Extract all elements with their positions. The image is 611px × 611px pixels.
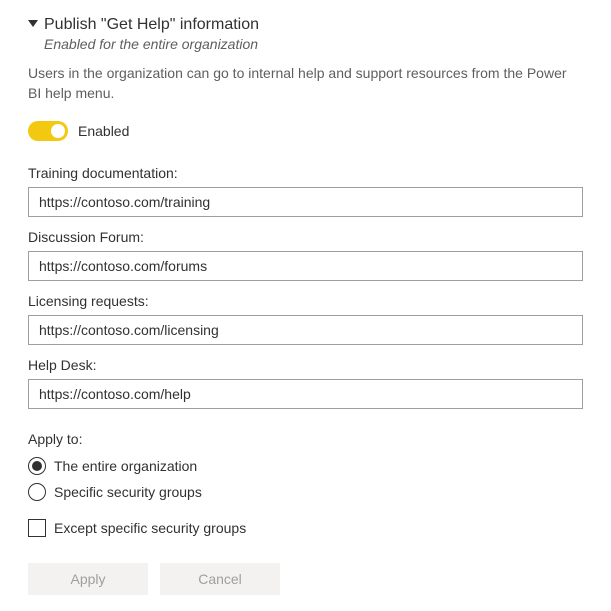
radio-specific-groups[interactable] xyxy=(28,483,46,501)
radio-specific-groups-label: Specific security groups xyxy=(54,484,202,500)
checkbox-except-groups[interactable] xyxy=(28,519,46,537)
licensing-input[interactable] xyxy=(28,315,583,345)
forum-input[interactable] xyxy=(28,251,583,281)
checkbox-except-groups-label: Except specific security groups xyxy=(54,520,246,536)
helpdesk-input[interactable] xyxy=(28,379,583,409)
collapse-icon[interactable] xyxy=(28,20,38,30)
training-input[interactable] xyxy=(28,187,583,217)
cancel-button[interactable]: Cancel xyxy=(160,563,280,595)
training-label: Training documentation: xyxy=(28,165,583,181)
section-title: Publish "Get Help" information xyxy=(44,16,259,34)
apply-button[interactable]: Apply xyxy=(28,563,148,595)
forum-label: Discussion Forum: xyxy=(28,229,583,245)
enabled-toggle-label: Enabled xyxy=(78,123,129,139)
section-subtitle: Enabled for the entire organization xyxy=(44,36,583,52)
apply-to-label: Apply to: xyxy=(28,431,583,447)
radio-entire-organization-label: The entire organization xyxy=(54,458,197,474)
enabled-toggle[interactable] xyxy=(28,121,68,141)
section-description: Users in the organization can go to inte… xyxy=(28,64,583,103)
licensing-label: Licensing requests: xyxy=(28,293,583,309)
helpdesk-label: Help Desk: xyxy=(28,357,583,373)
radio-entire-organization[interactable] xyxy=(28,457,46,475)
